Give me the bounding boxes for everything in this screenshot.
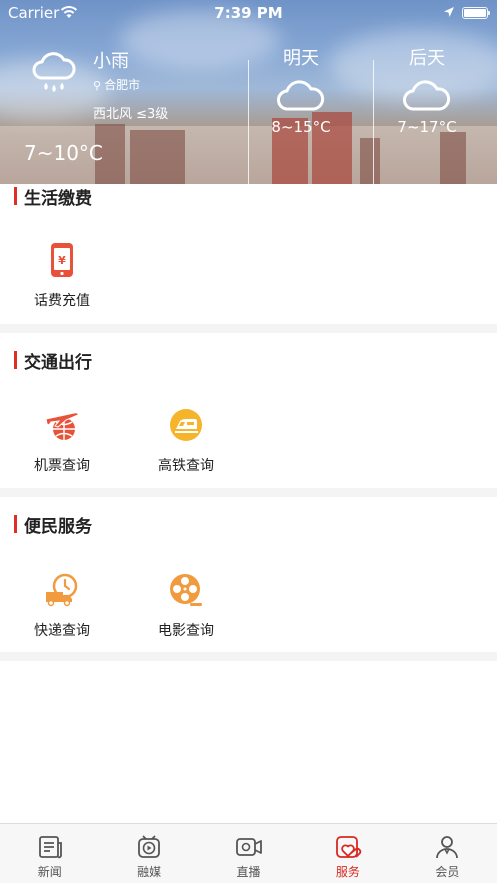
media-play-icon — [138, 835, 161, 858]
forecast-day-label: 明天 — [283, 48, 319, 69]
forecast-day-after: 后天 7~17°C — [386, 44, 468, 136]
battery-icon — [462, 7, 490, 19]
section-gap — [0, 652, 497, 661]
weather-header: Carrier 7:39 PM 小雨 ⚲ 合肥市 西北风 ≤3级 7~10°C 明… — [0, 0, 497, 184]
service-train-query[interactable]: 高铁查询 — [136, 407, 236, 475]
section-convenience: 便民服务 快递查询 电影查询 — [0, 497, 497, 652]
tab-label: 融媒 — [137, 865, 162, 879]
service-label: 机票查询 — [34, 458, 90, 474]
train-icon — [170, 409, 202, 441]
service-label: 电影查询 — [158, 623, 214, 639]
tab-live[interactable]: 直播 — [199, 824, 298, 883]
section-accent-bar — [14, 187, 17, 205]
tab-media[interactable]: 融媒 — [99, 824, 198, 883]
status-bar: Carrier 7:39 PM — [0, 0, 497, 26]
delivery-truck-clock-icon — [46, 573, 78, 607]
status-time: 7:39 PM — [214, 4, 283, 22]
section-transport: 交通出行 机票查询 高铁查询 — [0, 333, 497, 488]
location-pin-icon: ⚲ — [93, 79, 102, 92]
forecast-temperature: 7~17°C — [397, 118, 457, 136]
forecast-tomorrow: 明天 8~15°C — [262, 44, 340, 136]
section-title-text: 便民服务 — [24, 516, 92, 537]
today-temperature: 7~10°C — [24, 141, 103, 165]
tab-label: 直播 — [236, 865, 261, 879]
cloud-icon — [403, 80, 451, 111]
member-icon — [436, 836, 459, 859]
city-building — [440, 132, 466, 184]
service-flight-query[interactable]: 机票查询 — [12, 407, 112, 475]
service-heart-icon — [336, 836, 362, 858]
city-building — [130, 130, 185, 184]
service-movie-query[interactable]: 电影查询 — [136, 572, 236, 640]
section-title-text: 交通出行 — [24, 352, 92, 373]
tab-label: 会员 — [435, 865, 460, 879]
phone-recharge-icon: ¥ — [51, 243, 73, 277]
tab-member[interactable]: 会员 — [398, 824, 497, 883]
section-title: 交通出行 — [14, 350, 92, 373]
section-title-text: 生活缴费 — [24, 188, 92, 209]
today-location: ⚲ 合肥市 — [93, 76, 140, 93]
service-label: 高铁查询 — [158, 458, 214, 474]
svg-text:¥: ¥ — [58, 254, 66, 267]
tab-label: 新闻 — [37, 865, 62, 879]
rain-cloud-icon — [32, 52, 76, 93]
tab-service[interactable]: 服务 — [298, 824, 397, 883]
service-label: 话费充值 — [34, 293, 90, 309]
section-gap — [0, 488, 497, 497]
today-wind: 西北风 ≤3级 — [93, 107, 169, 122]
film-reel-icon — [170, 574, 202, 606]
city-building — [360, 138, 380, 184]
section-gap — [0, 324, 497, 333]
tab-label: 服务 — [335, 865, 360, 879]
service-express-query[interactable]: 快递查询 — [12, 572, 112, 640]
tab-news[interactable]: 新闻 — [0, 824, 99, 883]
section-title: 生活缴费 — [14, 186, 92, 209]
weather-divider — [373, 60, 374, 184]
service-label: 快递查询 — [34, 623, 90, 639]
section-accent-bar — [14, 351, 17, 369]
news-icon — [38, 836, 62, 859]
section-life-payment: 生活缴费 ¥ 话费充值 — [0, 184, 497, 324]
section-title: 便民服务 — [14, 514, 92, 537]
section-accent-bar — [14, 515, 17, 533]
forecast-day-label: 后天 — [409, 48, 445, 69]
video-camera-icon — [235, 838, 262, 856]
service-phone-recharge[interactable]: ¥ 话费充值 — [12, 242, 112, 310]
city-name: 合肥市 — [104, 78, 141, 92]
tab-bar: 新闻 融媒 直播 服务 会员 — [0, 823, 497, 883]
today-condition: 小雨 — [93, 51, 129, 72]
forecast-temperature: 8~15°C — [271, 118, 331, 136]
weather-divider — [248, 60, 249, 184]
location-arrow-icon — [444, 7, 454, 17]
airplane-globe-icon — [45, 412, 79, 440]
cloud-icon — [277, 80, 325, 111]
